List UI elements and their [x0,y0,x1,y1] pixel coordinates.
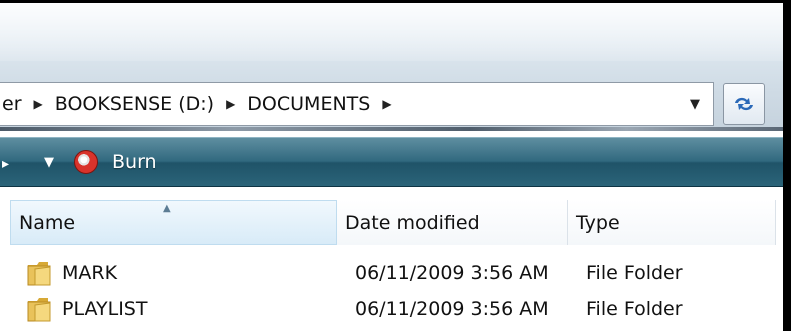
breadcrumb-separator-icon[interactable]: ▶ [218,97,243,111]
file-type: File Folder [586,262,683,284]
column-header-type-label: Type [576,211,620,234]
file-row[interactable]: PLAYLIST 06/11/2009 3:56 AM File Folder [10,291,776,327]
navigation-pane-strip [0,127,783,131]
file-type: File Folder [586,298,683,320]
refresh-icon [735,97,753,111]
breadcrumb-separator-icon[interactable]: ▶ [374,97,399,111]
folder-icon [27,262,51,286]
explorer-window: er ▶ BOOKSENSE (D:) ▶ DOCUMENTS ▶ ▼ ▸ ▼ [0,3,786,331]
file-date: 06/11/2009 3:56 AM [355,298,549,320]
column-header-date-modified[interactable]: Date modified [337,200,568,245]
breadcrumb-item-booksense[interactable]: BOOKSENSE (D:) [51,93,218,115]
file-name: PLAYLIST [62,298,148,320]
breadcrumb-item-partial[interactable]: er [0,93,26,115]
file-name-cell[interactable]: PLAYLIST [10,295,347,323]
file-date: 06/11/2009 3:56 AM [355,262,549,284]
refresh-button[interactable] [723,83,765,125]
toolbar-overflow-icon[interactable]: ▸ [2,156,10,172]
screenshot-frame: er ▶ BOOKSENSE (D:) ▶ DOCUMENTS ▶ ▼ ▸ ▼ [0,0,791,331]
chevron-down-icon: ▼ [690,96,700,112]
folder-icon [27,298,51,322]
toolbar-gap [0,188,783,200]
file-list: MARK 06/11/2009 3:56 AM File Folder PLAY… [10,255,776,327]
command-toolbar: ▸ ▼ Burn [0,137,783,187]
column-header-name[interactable]: ▲ Name [10,200,337,245]
breadcrumb-separator-icon[interactable]: ▶ [26,97,51,111]
list-header: ▲ Name Date modified Type [10,200,776,245]
column-header-type[interactable]: Type [568,200,776,245]
burn-button[interactable]: Burn [74,150,157,174]
burn-label: Burn [112,151,157,173]
address-bar[interactable]: er ▶ BOOKSENSE (D:) ▶ DOCUMENTS ▶ ▼ [0,82,714,126]
sort-ascending-icon: ▲ [163,203,171,214]
breadcrumb-item-documents[interactable]: DOCUMENTS [243,93,374,115]
file-row[interactable]: MARK 06/11/2009 3:56 AM File Folder [10,255,776,291]
breadcrumb: er ▶ BOOKSENSE (D:) ▶ DOCUMENTS ▶ [0,83,400,125]
file-name: MARK [62,262,118,284]
burn-disc-icon [74,150,98,174]
glass-shine [0,3,783,61]
column-header-date-label: Date modified [345,211,480,234]
column-header-name-label: Name [19,211,76,234]
address-history-dropdown[interactable]: ▼ [677,83,713,125]
chevron-down-icon[interactable]: ▼ [44,155,54,170]
file-name-cell[interactable]: MARK [10,259,347,287]
